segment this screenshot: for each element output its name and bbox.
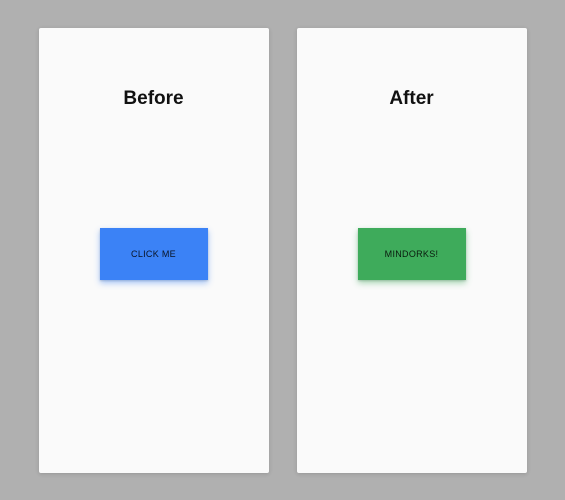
mindorks-button[interactable]: MINDORKS! (358, 228, 466, 280)
after-title: After (297, 88, 527, 110)
before-panel: Before CLICK ME (39, 28, 269, 473)
after-panel: After MINDORKS! (297, 28, 527, 473)
click-me-button[interactable]: CLICK ME (100, 228, 208, 280)
before-title: Before (39, 88, 269, 110)
button-label: MINDORKS! (385, 249, 439, 259)
button-label: CLICK ME (131, 249, 176, 259)
